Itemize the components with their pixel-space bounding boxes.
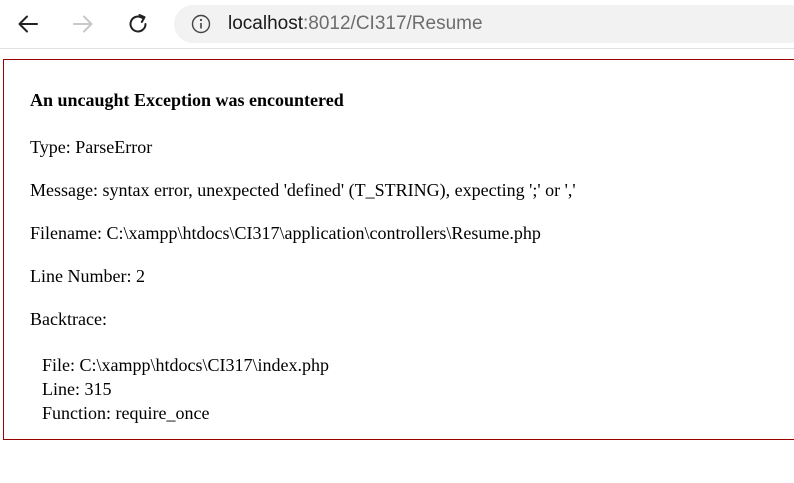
error-container: An uncaught Exception was encountered Ty… <box>3 59 794 440</box>
url-path: :8012/CI317/Resume <box>303 13 483 34</box>
error-filename: Filename: C:\xampp\htdocs\CI317\applicat… <box>30 223 541 243</box>
backtrace-label: Backtrace: <box>30 309 107 329</box>
address-bar[interactable]: localhost:8012/CI317/Resume <box>174 5 794 43</box>
url-text[interactable]: localhost:8012/CI317/Resume <box>228 13 483 35</box>
error-heading: An uncaught Exception was encountered <box>30 90 344 110</box>
info-icon[interactable] <box>191 14 211 34</box>
arrow-left-icon <box>18 15 38 33</box>
backtrace-entry: File: C:\xampp\htdocs\CI317\index.php Li… <box>42 353 329 425</box>
error-type: Type: ParseError <box>30 137 153 157</box>
error-line-number: Line Number: 2 <box>30 266 145 286</box>
reload-icon <box>129 14 147 33</box>
url-host: localhost <box>228 13 303 34</box>
back-button[interactable] <box>12 8 44 40</box>
trace-line: Line: 315 <box>42 379 112 399</box>
forward-button[interactable] <box>67 8 99 40</box>
reload-button[interactable] <box>122 8 154 40</box>
trace-file: File: C:\xampp\htdocs\CI317\index.php <box>42 355 329 375</box>
browser-toolbar: localhost:8012/CI317/Resume <box>0 0 794 49</box>
error-message: Message: syntax error, unexpected 'defin… <box>30 180 576 200</box>
arrow-right-icon <box>73 15 93 33</box>
trace-function: Function: require_once <box>42 403 210 423</box>
